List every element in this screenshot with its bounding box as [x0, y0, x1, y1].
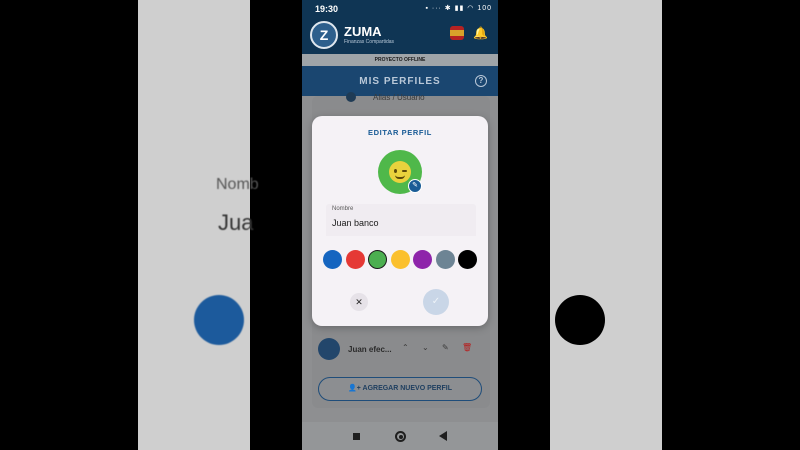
- home-icon[interactable]: [395, 431, 406, 442]
- add-profile-label: AGREGAR NUEVO PERFIL: [362, 385, 452, 392]
- color-picker: [323, 250, 479, 270]
- help-icon[interactable]: ?: [475, 75, 487, 87]
- spain-flag-icon[interactable]: [450, 26, 464, 40]
- color-swatch-red[interactable]: [345, 250, 365, 269]
- back-icon[interactable]: [439, 431, 447, 441]
- section-header: MIS PERFILES ?: [302, 66, 498, 96]
- app-name: ZUMA: [344, 24, 382, 39]
- name-field[interactable]: Nombre Juan banco: [326, 204, 476, 236]
- avatar: [318, 338, 340, 360]
- check-icon: [346, 92, 356, 102]
- status-time: 19:30: [315, 4, 339, 14]
- color-swatch-green[interactable]: [368, 250, 387, 269]
- status-bar: 19:30 ▪ ··· ✱ ▮▮ ◠ 100: [302, 0, 498, 18]
- dialog-title: EDITAR PERFIL: [368, 128, 432, 137]
- name-field-label: Nombre: [332, 206, 354, 212]
- blurred-avatar: [194, 295, 244, 345]
- blurred-value: Jua: [218, 210, 254, 235]
- blurred-background-right: [550, 0, 662, 450]
- blurred-avatar: [555, 295, 605, 345]
- name-field-value[interactable]: Juan banco: [332, 218, 379, 228]
- chevron-up-icon[interactable]: ⌃: [402, 343, 409, 352]
- color-swatch-gray[interactable]: [435, 250, 455, 269]
- recents-icon[interactable]: [353, 433, 360, 440]
- status-icons: ▪ ··· ✱ ▮▮ ◠ 100: [425, 5, 492, 12]
- app-header: Z ZUMA Finanzas Compartidas 🔔: [302, 18, 498, 54]
- winking-face-icon: [389, 161, 411, 183]
- edit-profile-dialog: EDITAR PERFIL ✎ Nombre Juan banco ✕ ✓: [312, 116, 488, 326]
- color-swatch-purple[interactable]: [413, 250, 432, 269]
- profile-name: Juan efec...: [348, 345, 392, 354]
- add-user-icon: 👤+: [348, 385, 361, 392]
- add-profile-button[interactable]: 👤+ AGREGAR NUEVO PERFIL: [318, 377, 482, 401]
- delete-icon[interactable]: 🗑: [462, 343, 472, 352]
- alias-label: Alias / Usuario: [373, 93, 425, 102]
- app-subtitle: Finanzas Compartidas: [344, 39, 395, 45]
- blurred-label: Nomb: [216, 176, 259, 193]
- blurred-background-left: Nomb Jua: [138, 0, 259, 450]
- cancel-button[interactable]: ✕: [350, 293, 368, 311]
- bell-icon[interactable]: 🔔: [473, 26, 488, 40]
- edit-avatar-icon[interactable]: ✎: [408, 179, 422, 193]
- video-frame: Nomb Jua 19:30 ▪ ··· ✱ ▮▮ ◠ 100 Z ZUMA F…: [0, 0, 800, 450]
- page-title: MIS PERFILES: [359, 76, 441, 87]
- confirm-button[interactable]: ✓: [423, 289, 449, 315]
- android-nav-bar: [302, 422, 498, 450]
- color-swatch-black[interactable]: [458, 250, 477, 269]
- zuma-logo-icon[interactable]: Z: [310, 21, 338, 49]
- color-swatch-yellow[interactable]: [390, 250, 410, 269]
- color-swatch-blue[interactable]: [323, 250, 342, 269]
- alias-row: Alias / Usuario: [320, 92, 484, 110]
- chevron-down-icon[interactable]: ⌄: [422, 343, 429, 352]
- offline-banner: PROYECTO OFFLINE: [302, 54, 498, 66]
- edit-icon[interactable]: ✎: [442, 343, 449, 352]
- list-item[interactable]: Juan efec... ⌃ ⌄ ✎ 🗑: [316, 334, 486, 364]
